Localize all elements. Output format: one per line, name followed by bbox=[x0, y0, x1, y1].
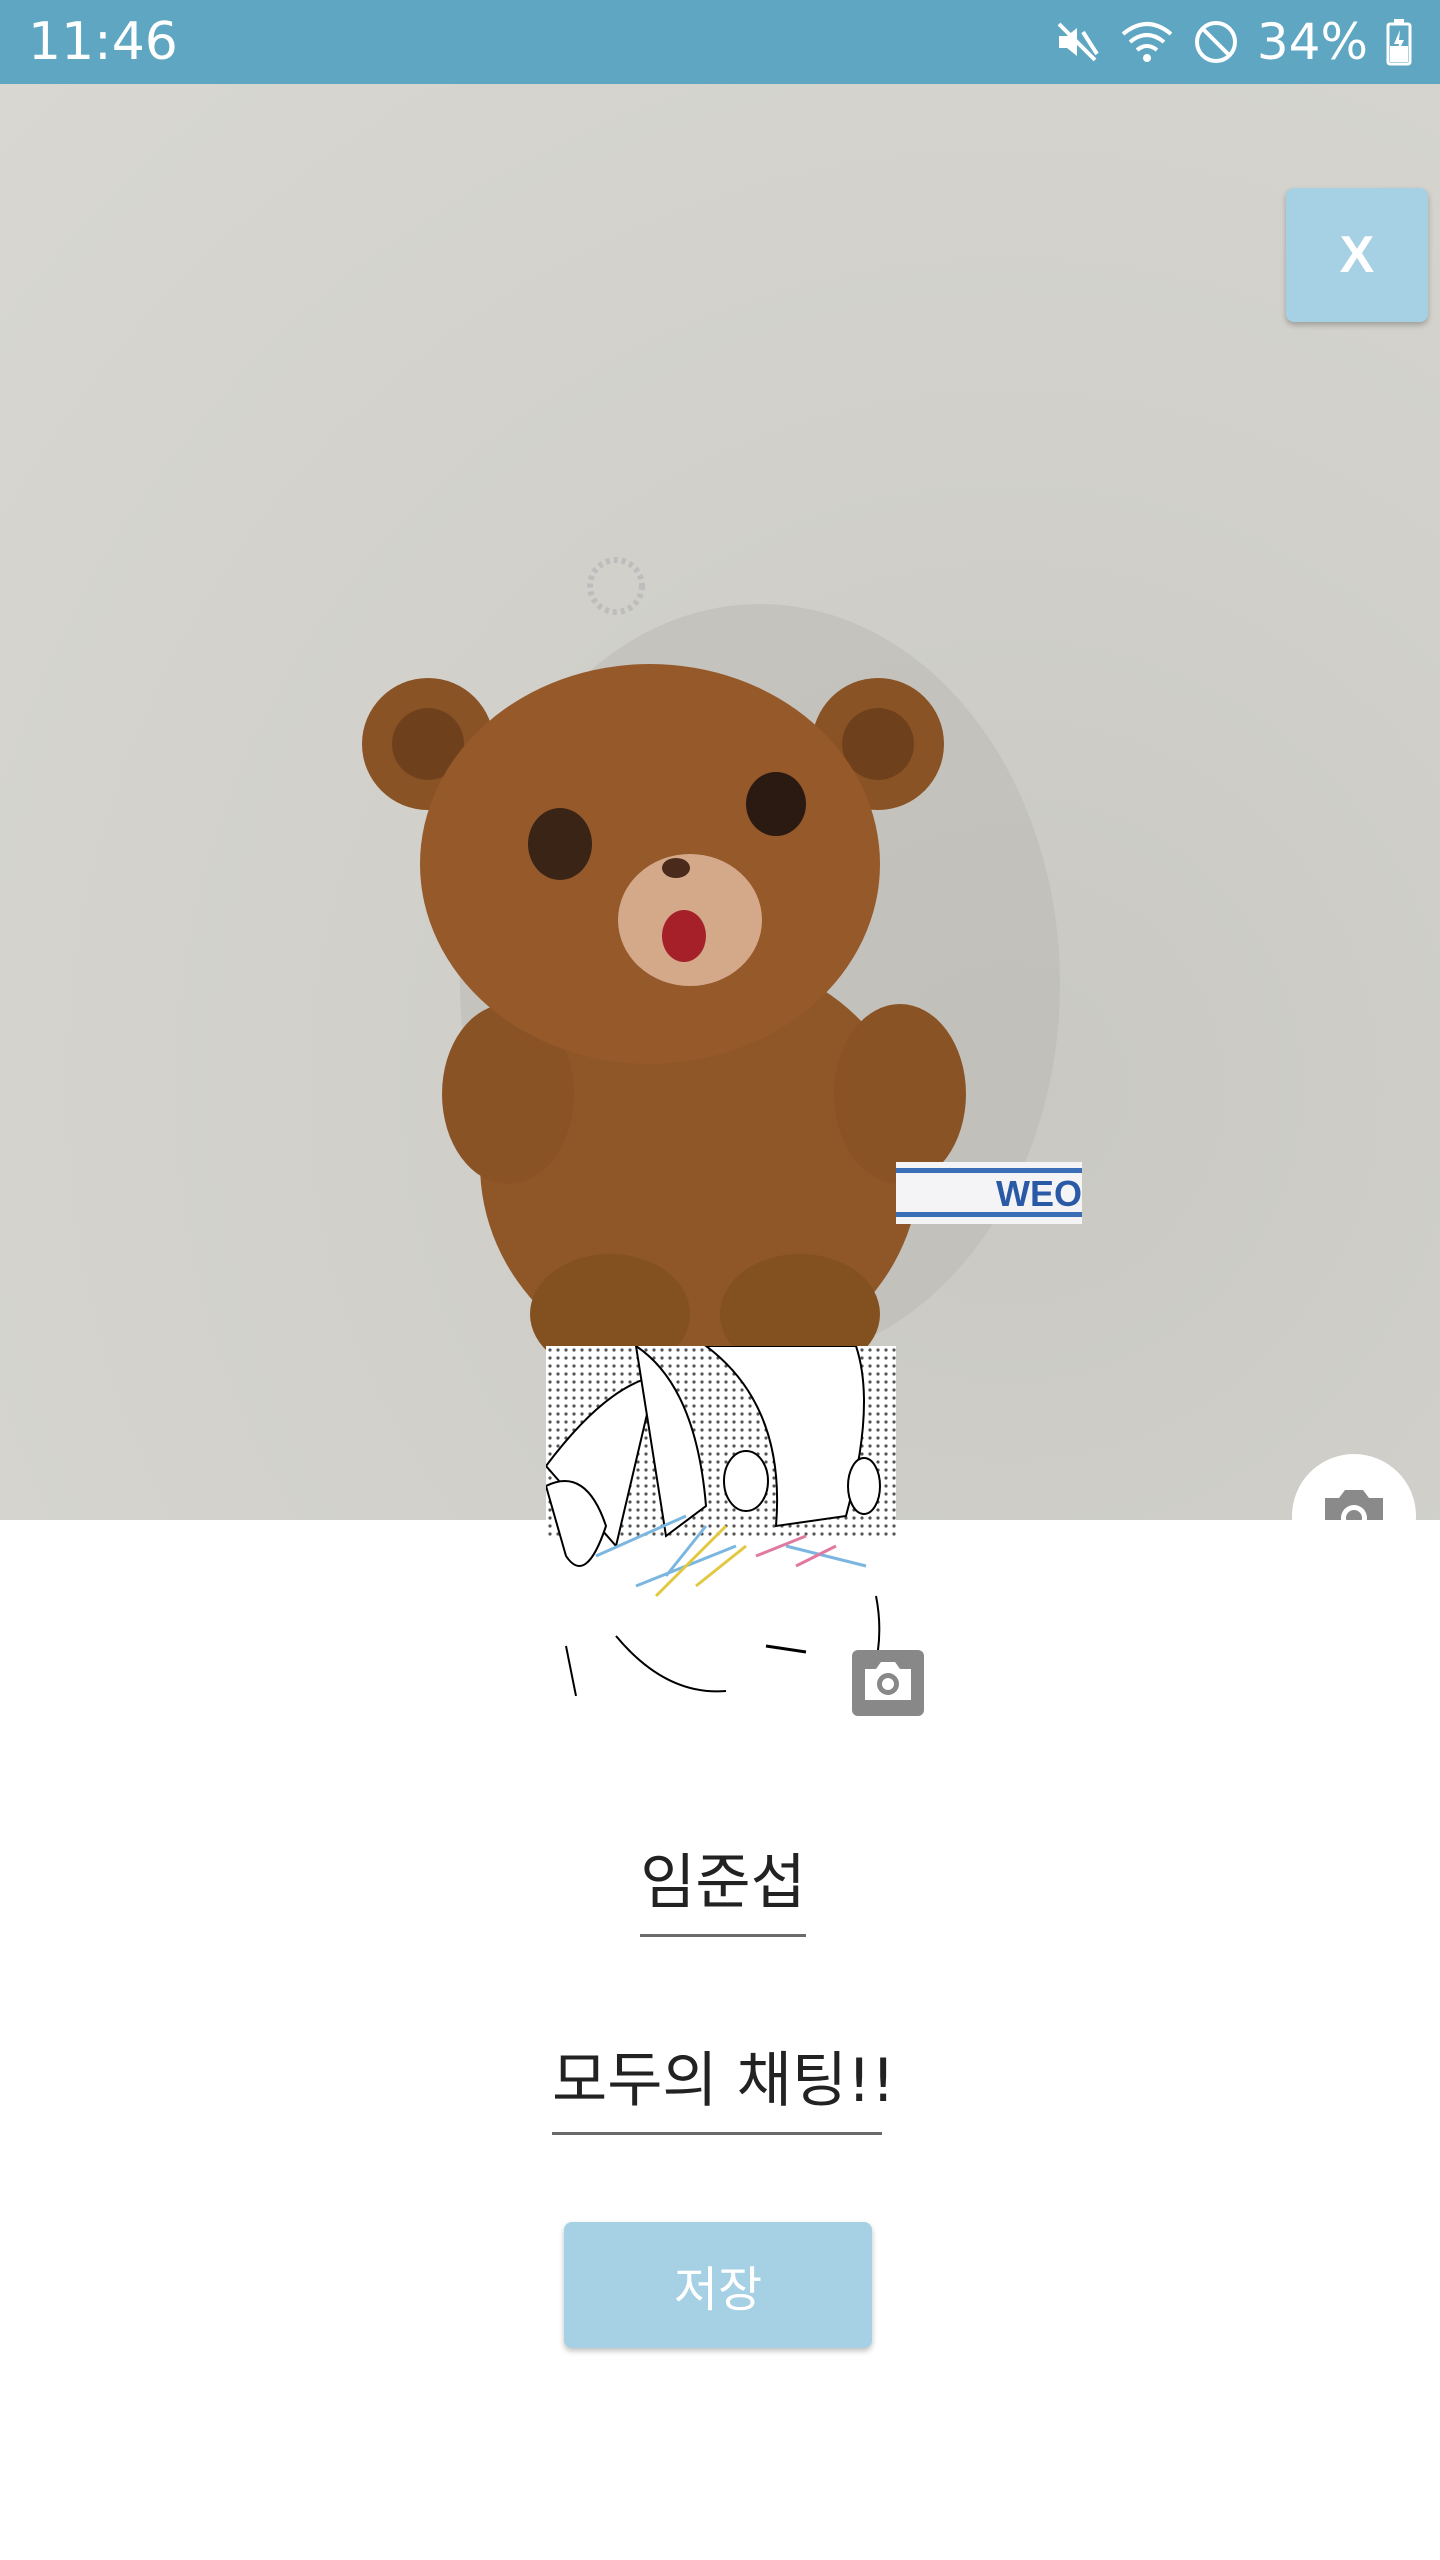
wifi-icon bbox=[1119, 18, 1175, 66]
camera-icon bbox=[862, 1659, 914, 1707]
tag-text: WEO bbox=[996, 1173, 1082, 1214]
profile-camera-button[interactable] bbox=[852, 1650, 924, 1716]
status-message-field[interactable]: 모두의 채팅!! bbox=[552, 2036, 895, 2135]
status-time: 11:46 bbox=[28, 12, 178, 72]
profile-illustration bbox=[546, 1346, 896, 1696]
teddy-bear-image: WEO bbox=[362, 557, 1082, 1374]
battery-charging-icon bbox=[1386, 18, 1412, 66]
name-field[interactable]: 임준섭 bbox=[640, 1838, 806, 1937]
profile-picture[interactable] bbox=[546, 1346, 896, 1696]
cover-photo[interactable]: WEO X bbox=[0, 84, 1440, 1520]
status-bar: 11:46 34% bbox=[0, 0, 1440, 84]
mute-icon bbox=[1053, 18, 1101, 66]
status-icons: 34% bbox=[1053, 13, 1412, 71]
close-button[interactable]: X bbox=[1286, 188, 1428, 322]
camera-icon bbox=[1321, 1486, 1387, 1520]
save-button[interactable]: 저장 bbox=[564, 2222, 872, 2348]
battery-percent: 34% bbox=[1256, 13, 1368, 71]
do-not-disturb-icon bbox=[1193, 19, 1239, 65]
